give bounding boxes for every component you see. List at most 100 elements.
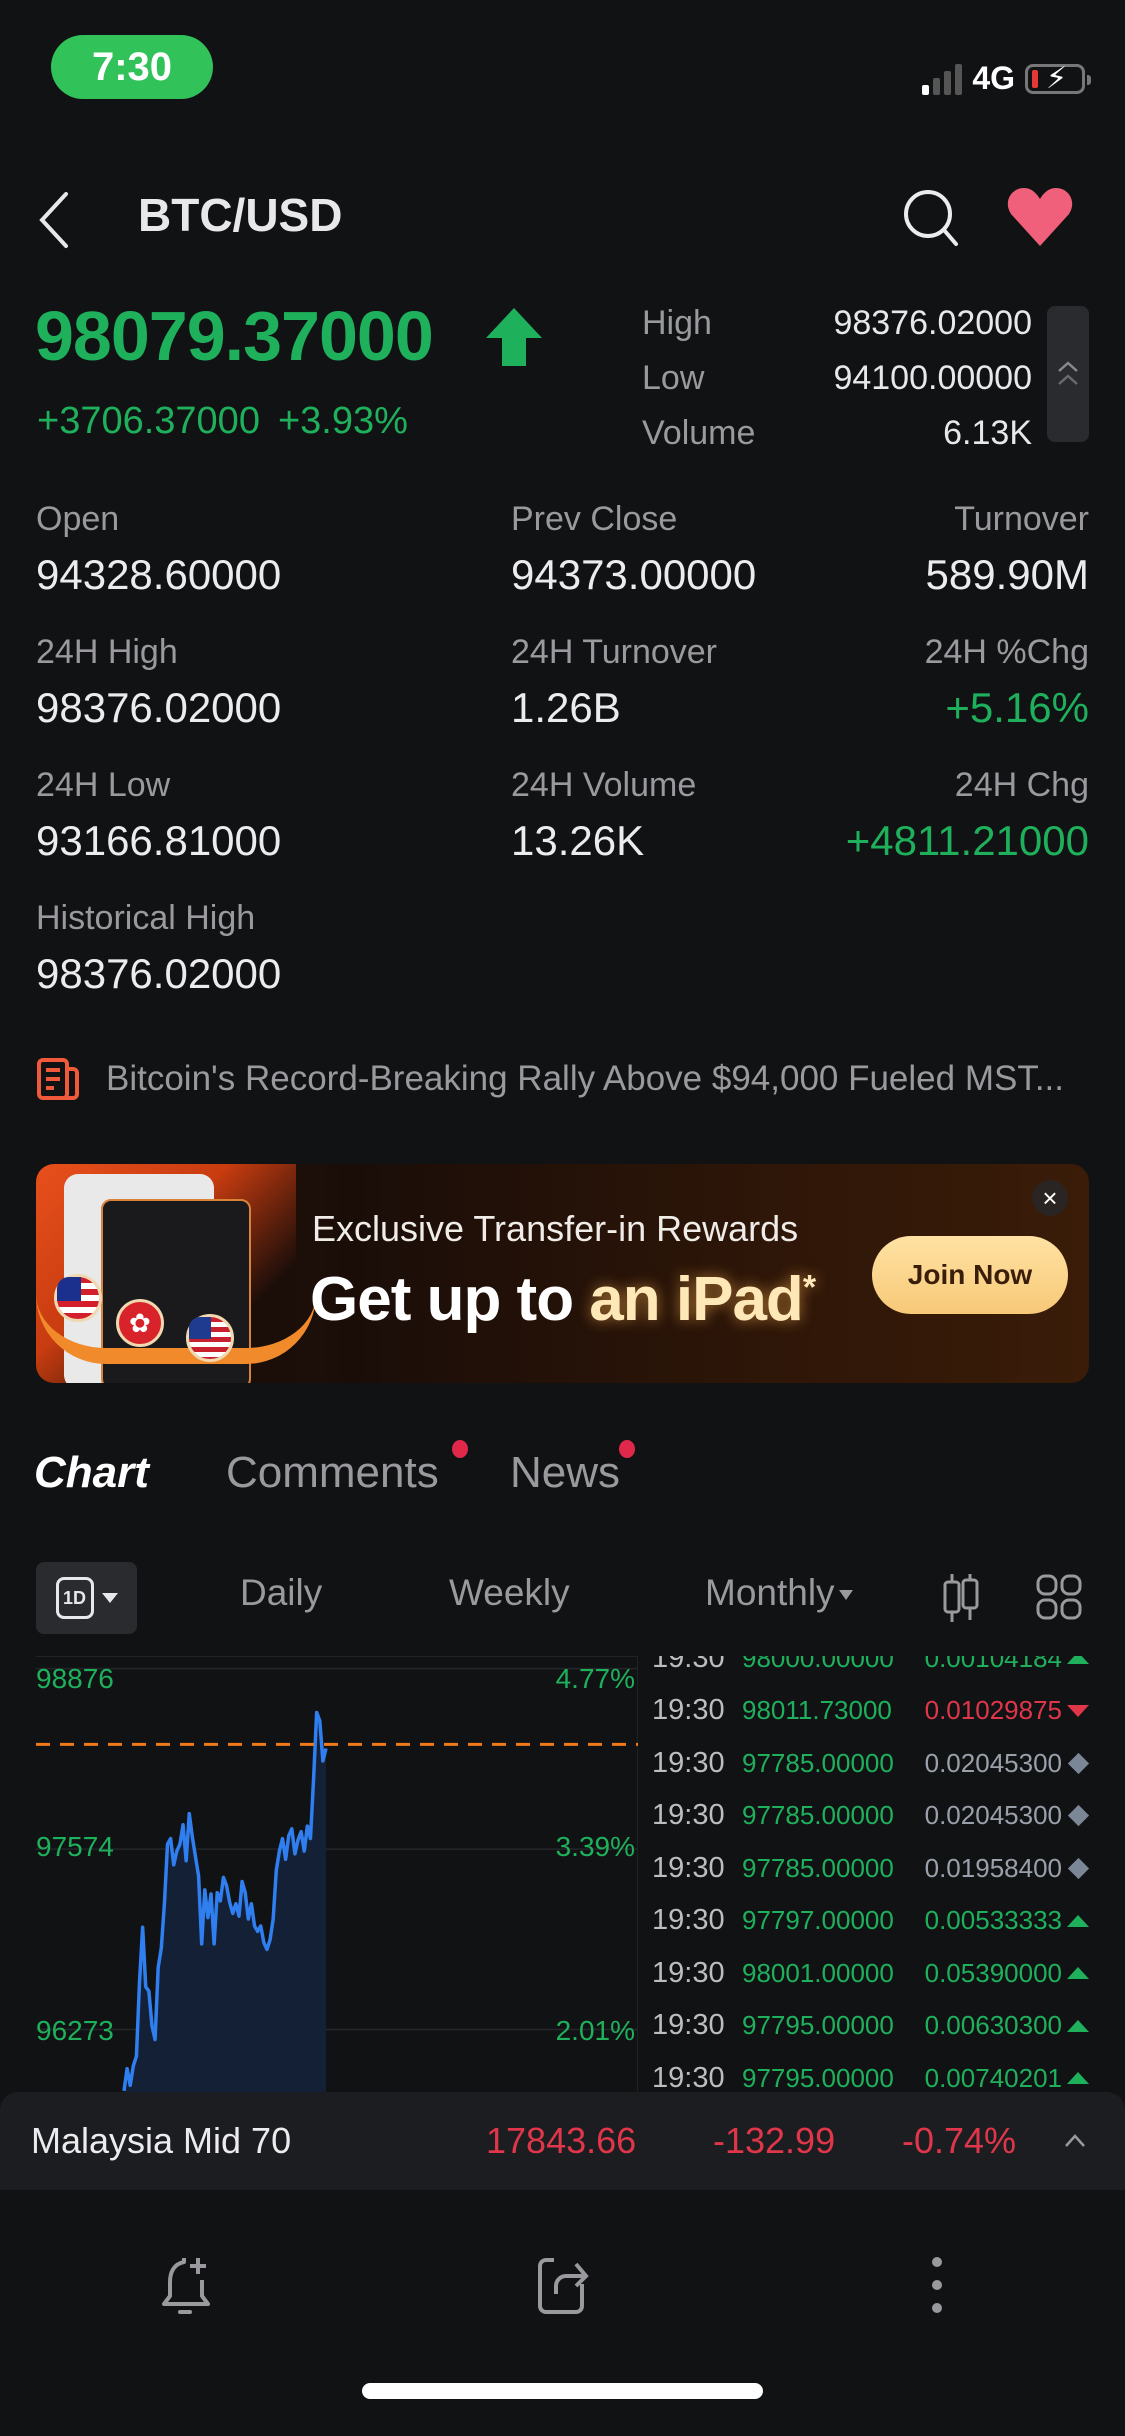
caret-down-icon — [101, 1593, 118, 1603]
index-ticker-bar[interactable]: Malaysia Mid 70 17843.66 -132.99 -0.74% — [0, 2092, 1125, 2190]
add-alert-icon[interactable] — [152, 2250, 222, 2320]
trade-direction — [1064, 1967, 1092, 1979]
trade-row: 19:30 97795.00000 0.00630300 — [652, 2000, 1092, 2052]
more-icon[interactable] — [902, 2250, 972, 2320]
comments-badge-dot — [452, 1440, 468, 1458]
search-icon[interactable] — [900, 186, 964, 250]
trade-price: 98001.00000 — [742, 1957, 894, 1988]
heart-icon[interactable] — [1005, 186, 1075, 250]
trade-direction — [1064, 1857, 1092, 1879]
join-now-button[interactable]: Join Now — [872, 1236, 1068, 1314]
trade-direction — [1064, 2019, 1092, 2032]
tab-news[interactable]: News — [510, 1448, 620, 1498]
trade-time: 19:30 — [652, 1851, 725, 1884]
active-tab-indicator — [28, 1496, 122, 1514]
trade-price: 97785.00000 — [742, 1852, 894, 1883]
diamond-icon — [1067, 1804, 1089, 1827]
triangle-up-icon — [1067, 1656, 1089, 1664]
trade-list[interactable]: 19:30 98000.00000 0.00104184 19:30 98011.730… — [652, 1656, 1092, 2094]
y-tick-left-mid: 97574 — [36, 1831, 114, 1862]
trade-price: 98011.73000 — [742, 1695, 892, 1725]
news-icon — [37, 1058, 79, 1100]
period-monthly[interactable]: Monthly — [705, 1572, 853, 1614]
us-flag-icon — [186, 1314, 234, 1362]
index-name: Malaysia Mid 70 — [31, 2120, 292, 2161]
close-banner-icon[interactable]: × — [1032, 1180, 1068, 1216]
y-tick-left-top: 98876 — [36, 1663, 114, 1694]
trade-quantity: 0.01029875 — [924, 1695, 1062, 1725]
bottom-action-bar — [0, 2190, 1125, 2436]
trade-time: 19:30 — [652, 1904, 725, 1936]
trade-row: 19:30 97797.00000 0.00533333 — [652, 1895, 1092, 1947]
candlestick-icon[interactable] — [934, 1570, 988, 1626]
period-selector[interactable]: 1D — [36, 1562, 137, 1634]
price-change: +3706.37000 +3.93% — [37, 400, 408, 443]
trade-row: 19:30 98001.00000 0.05390000 — [652, 1947, 1092, 1999]
stat-24h-volume: 24H Volume 13.26K — [511, 766, 697, 864]
collapse-stats-button[interactable] — [1047, 306, 1089, 442]
price-chart[interactable]: 98876 97574 96273 4.77% 3.39% 2.01% — [36, 1656, 638, 2095]
caret-down-icon — [838, 1590, 853, 1601]
summary-volume: Volume 6.13K — [642, 414, 1032, 452]
price-chart-svg — [36, 1667, 638, 2095]
stat-turnover: Turnover 589.90M — [925, 500, 1089, 598]
home-indicator[interactable] — [362, 2383, 763, 2399]
trade-row: 19:30 97785.00000 0.01958400 — [652, 1842, 1092, 1894]
trade-time: 19:30 — [652, 1746, 725, 1779]
y-tick-left-bottom: 96273 — [36, 2015, 114, 2046]
news-headline-link[interactable]: Bitcoin's Record-Breaking Rally Above $9… — [36, 1054, 1096, 1104]
grid-layout-icon[interactable] — [1032, 1570, 1086, 1626]
trade-row: 19:30 98011.73000 0.01029875 — [652, 1685, 1092, 1737]
banner-subtitle: Exclusive Transfer-in Rewards — [312, 1208, 799, 1249]
stat-24h-high: 24H High 98376.02000 — [36, 633, 282, 731]
change-value: +3706.37000 — [37, 400, 260, 442]
trade-direction — [1064, 1656, 1092, 1664]
trade-quantity: 0.00533333 — [924, 1905, 1062, 1935]
battery-charging-icon: ⚡ — [1025, 62, 1091, 95]
promo-banner[interactable]: Exclusive Transfer-in Rewards Get up to … — [36, 1164, 1089, 1383]
news-badge-dot — [619, 1440, 635, 1458]
status-time: 7:30 — [51, 35, 213, 99]
signal-icon — [922, 63, 963, 95]
triangle-up-icon — [1067, 1967, 1089, 1979]
y-tick-right-top: 4.77% — [555, 1663, 635, 1694]
index-price: 17843.66 — [486, 2120, 637, 2161]
trade-row: 19:30 97795.00000 0.00740201 — [652, 2052, 1092, 2094]
trade-price: 97785.00000 — [742, 1747, 894, 1778]
stat-24h-turnover: 24H Turnover 1.26B — [511, 633, 717, 731]
stat-historical-high: Historical High 98376.02000 — [36, 899, 282, 997]
triangle-up-icon — [1067, 2019, 1089, 2032]
change-percent: +3.93% — [277, 400, 408, 442]
trade-direction — [1064, 2072, 1092, 2084]
triangle-up-icon — [1067, 1914, 1089, 1927]
trade-time: 19:30 — [652, 1956, 725, 1989]
index-change: -132.99 — [713, 2120, 836, 2161]
back-chevron-icon[interactable] — [36, 190, 76, 250]
y-tick-right-mid: 3.39% — [555, 1831, 635, 1862]
period-daily[interactable]: Daily — [240, 1572, 322, 1614]
trade-quantity: 0.02045300 — [924, 1747, 1062, 1778]
status-bar: 7:30 4G ⚡ — [0, 0, 1125, 110]
stats-grid: Open 94328.60000 Prev Close 94373.00000 Tu… — [36, 500, 1089, 1032]
hong-kong-flag-icon — [116, 1299, 164, 1347]
banner-title: Get up to an iPad* — [310, 1265, 816, 1334]
triangle-up-icon — [1067, 2072, 1089, 2084]
trade-price: 98000.00000 — [742, 1656, 894, 1673]
trade-quantity: 0.05390000 — [924, 1957, 1062, 1988]
stat-open: Open 94328.60000 — [36, 500, 282, 598]
quote-summary: High 98376.02000 Low 94100.00000 Volume 6.1… — [642, 296, 1032, 461]
price-up-arrow-icon — [486, 308, 542, 366]
summary-high: High 98376.02000 — [642, 304, 1032, 342]
tab-comments[interactable]: Comments — [226, 1448, 439, 1498]
period-weekly[interactable]: Weekly — [449, 1572, 570, 1614]
trade-quantity: 0.00104184 — [924, 1656, 1062, 1673]
trade-row: 19:30 97785.00000 0.02045300 — [652, 1790, 1092, 1842]
share-icon[interactable] — [526, 2250, 596, 2320]
trade-time: 19:30 — [652, 1656, 725, 1674]
trade-price: 97797.00000 — [742, 1905, 894, 1935]
trade-price: 97795.00000 — [742, 2010, 894, 2040]
page-title: BTC/USD — [138, 189, 343, 241]
tab-chart[interactable]: Chart — [28, 1448, 149, 1514]
trade-quantity: 0.00740201 — [924, 2062, 1062, 2093]
chevron-up-icon[interactable] — [1060, 2128, 1090, 2152]
